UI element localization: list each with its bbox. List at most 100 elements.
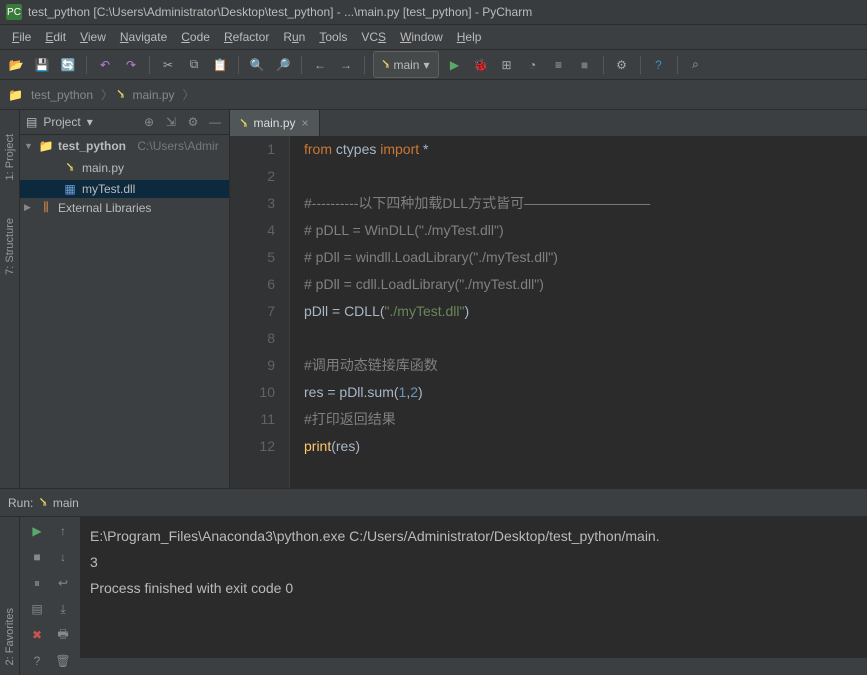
save-all-icon[interactable]: 💾 (32, 55, 52, 75)
stop-icon[interactable]: ■ (575, 55, 595, 75)
python-icon: ⭸ (39, 492, 46, 513)
run-icon[interactable]: ▶ (445, 55, 465, 75)
replace-icon[interactable]: 🔎 (273, 55, 293, 75)
tab-project[interactable]: 1: Project (2, 130, 18, 184)
file-label: myTest.dll (82, 182, 135, 196)
run-output[interactable]: E:\Program_Files\Anaconda3\python.exe C:… (80, 517, 867, 675)
line-number: 1 (230, 136, 275, 163)
tab-main-py[interactable]: ⭸ main.py × (230, 110, 320, 136)
main-area: 1: Project 7: Structure ▤ Project ▾ ⊕ ⇲ … (0, 110, 867, 488)
cut-icon[interactable]: ✂ (158, 55, 178, 75)
left-tool-strip: 1: Project 7: Structure (0, 110, 20, 488)
menu-bar: File Edit View Navigate Code Refactor Ru… (0, 25, 867, 50)
tree-project-root[interactable]: ▼ 📁 test_python C:\Users\Admir (20, 137, 229, 155)
menu-tools[interactable]: Tools (313, 28, 353, 46)
gear-icon[interactable]: ⚙ (185, 114, 201, 130)
line-gutter: 1 2 3 4 5 6 7 8 9 10 11 12 (230, 136, 290, 488)
line-number: 5 (230, 244, 275, 271)
run-config-label: main (393, 58, 419, 72)
concurrency-icon[interactable]: ≡ (549, 55, 569, 75)
separator (603, 56, 604, 74)
paste-icon[interactable]: 📋 (210, 55, 230, 75)
help-icon[interactable]: ? (27, 651, 47, 671)
clear-icon[interactable]: 🗑 (53, 651, 73, 671)
search-everywhere-icon[interactable]: ⌕ (686, 55, 706, 75)
tab-favorites[interactable]: 2: Favorites (4, 608, 16, 665)
tree-file[interactable]: ▦ myTest.dll (20, 180, 229, 198)
debug-icon[interactable]: 🐞 (471, 55, 491, 75)
python-file-icon: ⭸ (117, 84, 124, 105)
scroll-end-icon[interactable]: ⤓ (53, 599, 73, 619)
line-number: 10 (230, 379, 275, 406)
menu-window[interactable]: Window (394, 28, 449, 46)
menu-refactor[interactable]: Refactor (218, 28, 275, 46)
sync-icon[interactable]: 🔄 (58, 55, 78, 75)
menu-navigate[interactable]: Navigate (114, 28, 173, 46)
copy-icon[interactable]: ⧉ (184, 55, 204, 75)
menu-help[interactable]: Help (451, 28, 488, 46)
breadcrumb-file[interactable]: main.py (128, 87, 178, 103)
line-number: 11 (230, 406, 275, 433)
python-file-icon: ⭸ (62, 157, 78, 178)
collapse-all-icon[interactable]: ⇲ (163, 114, 179, 130)
folder-icon: 📁 (8, 88, 23, 102)
scroll-from-source-icon[interactable]: ⊕ (141, 114, 157, 130)
close-icon[interactable]: × (302, 116, 309, 130)
up-icon[interactable]: ↑ (53, 521, 73, 541)
help-icon[interactable]: ? (649, 55, 669, 75)
menu-code[interactable]: Code (175, 28, 216, 46)
menu-view[interactable]: View (74, 28, 112, 46)
line-number: 2 (230, 163, 275, 190)
code-editor[interactable]: 1 2 3 4 5 6 7 8 9 10 11 12 from ctypes i… (230, 136, 867, 488)
tree-external-libraries[interactable]: ▶ ⫼ External Libraries (20, 198, 229, 217)
chevron-down-icon: ▾ (423, 58, 429, 72)
down-icon[interactable]: ↓ (53, 547, 73, 567)
run-config-select[interactable]: ⭸ main ▾ (373, 51, 439, 78)
tree-file[interactable]: ⭸ main.py (20, 155, 229, 180)
project-name: test_python (58, 139, 126, 153)
separator (149, 56, 150, 74)
output-line: Process finished with exit code 0 (90, 575, 857, 601)
left-tool-strip-bottom: 2: Favorites (0, 517, 20, 675)
find-icon[interactable]: 🔍 (247, 55, 267, 75)
folder-icon: 📁 (38, 139, 54, 153)
menu-vcs[interactable]: VCS (355, 28, 392, 46)
soft-wrap-icon[interactable]: ↩ (53, 573, 73, 593)
print-icon[interactable]: 🖶 (53, 625, 73, 645)
open-icon[interactable]: 📂 (6, 55, 26, 75)
expand-icon[interactable]: ▼ (24, 141, 34, 151)
undo-icon[interactable]: ↶ (95, 55, 115, 75)
rerun-icon[interactable]: ▶ (27, 521, 47, 541)
line-number: 9 (230, 352, 275, 379)
menu-run[interactable]: Run (277, 28, 311, 46)
run-panel-header: Run: ⭸ main (0, 489, 867, 517)
dll-file-icon: ▦ (62, 182, 78, 196)
profile-icon[interactable]: ◔ (523, 55, 543, 75)
chevron-down-icon[interactable]: ▾ (87, 115, 93, 129)
redo-icon[interactable]: ↷ (121, 55, 141, 75)
breadcrumb: 📁 test_python 〉 ⭸ main.py 〉 (0, 80, 867, 110)
project-path: C:\Users\Admir (137, 139, 218, 153)
stop-icon[interactable]: ■ (27, 547, 47, 567)
pause-icon[interactable]: ⏸ (27, 573, 47, 593)
separator (238, 56, 239, 74)
output-line: E:\Program_Files\Anaconda3\python.exe C:… (90, 523, 857, 549)
back-icon[interactable]: ← (310, 55, 330, 75)
tab-structure[interactable]: 7: Structure (2, 214, 18, 279)
code-content[interactable]: from ctypes import * #----------以下四种加载DL… (290, 136, 867, 488)
title-bar: PC test_python [C:\Users\Administrator\D… (0, 0, 867, 25)
close-tab-icon[interactable]: ✖ (27, 625, 47, 645)
hide-icon[interactable]: — (207, 114, 223, 130)
menu-edit[interactable]: Edit (39, 28, 72, 46)
breadcrumb-root[interactable]: test_python (27, 87, 97, 103)
settings-icon[interactable]: ⚙ (612, 55, 632, 75)
window-title: test_python [C:\Users\Administrator\Desk… (28, 5, 532, 19)
line-number: 7 (230, 298, 275, 325)
menu-file[interactable]: File (6, 28, 37, 46)
forward-icon[interactable]: → (336, 55, 356, 75)
expand-icon[interactable]: ▶ (24, 202, 34, 213)
output-line: 3 (90, 549, 857, 575)
coverage-icon[interactable]: ⊞ (497, 55, 517, 75)
separator (301, 56, 302, 74)
layout-icon[interactable]: ▤ (27, 599, 47, 619)
